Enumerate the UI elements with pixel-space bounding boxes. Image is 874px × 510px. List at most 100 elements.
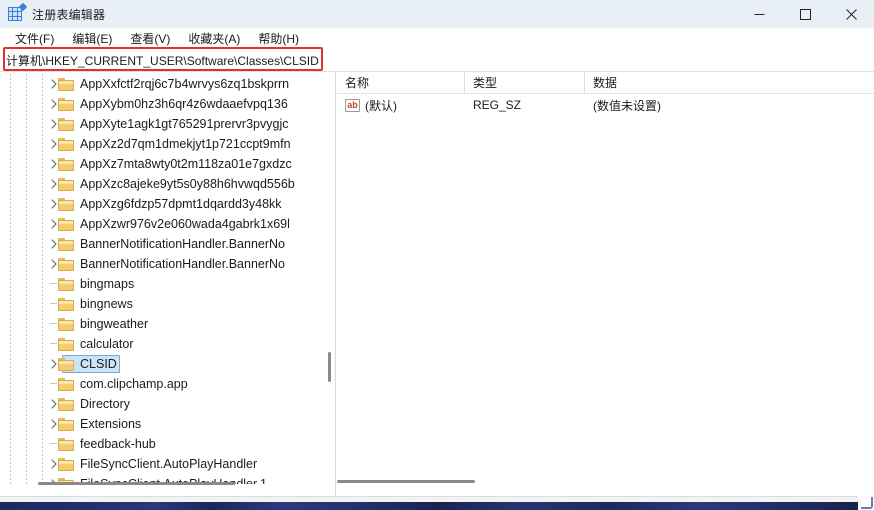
folder-icon bbox=[58, 417, 74, 431]
folder-icon bbox=[58, 217, 74, 231]
tree-item-label: AppXzg6fdzp57dpmt1dqardd3y48kk bbox=[80, 197, 282, 211]
tree-leaf-connector bbox=[50, 283, 57, 284]
registry-values-panel[interactable]: 名称 类型 数据 ab (默认) REG_SZ (数值未设置) bbox=[337, 72, 874, 496]
tree-item-label: bingmaps bbox=[80, 277, 135, 291]
tree-item[interactable]: Extensions bbox=[0, 414, 322, 434]
menu-item-file[interactable]: 文件(F) bbox=[6, 29, 63, 49]
tree-item[interactable]: CLSID bbox=[0, 354, 322, 374]
registry-tree-list: AppXxfctf2rqj6c7b4wrvys6zq1bskprrn AppXyb… bbox=[0, 72, 322, 484]
folder-icon bbox=[58, 277, 74, 291]
tree-item-label: AppXzwr976v2e060wada4gabrk1x69l bbox=[80, 217, 290, 231]
value-name-label: (默认) bbox=[365, 98, 397, 113]
tree-item[interactable]: com.clipchamp.app bbox=[0, 374, 322, 394]
tree-item[interactable]: AppXz2d7qm1dmekjyt1p721ccpt9mfn bbox=[0, 134, 322, 154]
tree-vertical-scrollbar[interactable] bbox=[328, 72, 331, 484]
folder-icon bbox=[58, 457, 74, 471]
tree-item-label: Extensions bbox=[80, 417, 142, 431]
menu-item-edit[interactable]: 编辑(E) bbox=[63, 29, 121, 49]
tree-vertical-scrollbar-thumb[interactable] bbox=[328, 352, 331, 382]
value-type-cell: REG_SZ bbox=[473, 98, 522, 112]
address-path[interactable]: 计算机\HKEY_CURRENT_USER\Software\Classes\C… bbox=[0, 52, 319, 69]
values-horizontal-scrollbar[interactable] bbox=[337, 480, 874, 484]
tree-item[interactable]: AppXzg6fdzp57dpmt1dqardd3y48kk bbox=[0, 194, 322, 214]
menu-item-help[interactable]: 帮助(H) bbox=[249, 29, 308, 49]
content-area: AppXxfctf2rqj6c7b4wrvys6zq1bskprrn AppXyb… bbox=[0, 72, 874, 496]
tree-item[interactable]: AppXz7mta8wty0t2m118za01e7gxdzc bbox=[0, 154, 322, 174]
folder-icon bbox=[58, 77, 74, 91]
value-data-cell: (数值未设置) bbox=[593, 98, 661, 113]
folder-icon bbox=[58, 377, 74, 391]
tree-item[interactable]: AppXzc8ajeke9yt5s0y88h6hvwqd556b bbox=[0, 174, 322, 194]
tree-leaf-connector bbox=[50, 303, 57, 304]
tree-item-label: feedback-hub bbox=[80, 437, 156, 451]
menu-item-favorites[interactable]: 收藏夹(A) bbox=[179, 29, 249, 49]
minimize-icon[interactable] bbox=[736, 0, 782, 28]
registry-editor-window: 注册表编辑器 文件(F) 编辑(E) 查看(V) 收藏夹(A) 帮助(H) 计算… bbox=[0, 0, 874, 510]
tree-guide-lines bbox=[0, 434, 58, 454]
tree-item[interactable]: Directory bbox=[0, 394, 322, 414]
folder-icon bbox=[58, 137, 74, 151]
tree-item[interactable]: bingweather bbox=[0, 314, 322, 334]
folder-icon bbox=[58, 117, 74, 131]
string-value-icon: ab bbox=[345, 98, 360, 112]
folder-icon bbox=[58, 397, 74, 411]
tree-horizontal-scrollbar[interactable] bbox=[0, 482, 322, 486]
tree-horizontal-scrollbar-thumb[interactable] bbox=[38, 482, 235, 485]
menubar: 文件(F) 编辑(E) 查看(V) 收藏夹(A) 帮助(H) bbox=[0, 28, 874, 50]
tree-item[interactable]: calculator bbox=[0, 334, 322, 354]
column-header-type[interactable]: 类型 bbox=[465, 72, 585, 93]
tree-item-label: calculator bbox=[80, 337, 134, 351]
tree-item[interactable]: feedback-hub bbox=[0, 434, 322, 454]
folder-icon bbox=[58, 197, 74, 211]
tree-item[interactable]: AppXzwr976v2e060wada4gabrk1x69l bbox=[0, 214, 322, 234]
window-title: 注册表编辑器 bbox=[32, 7, 106, 22]
tree-item-label: bingnews bbox=[80, 297, 133, 311]
folder-icon bbox=[58, 437, 74, 451]
tree-item-label: FileSyncClient.AutoPlayHandler bbox=[80, 457, 258, 471]
tree-item[interactable]: BannerNotificationHandler.BannerNo bbox=[0, 254, 322, 274]
column-header-data[interactable]: 数据 bbox=[585, 72, 874, 93]
close-icon[interactable] bbox=[828, 0, 874, 28]
folder-icon bbox=[58, 97, 74, 111]
tree-item[interactable]: FileSyncClient.AutoPlayHandler bbox=[0, 454, 322, 474]
value-name-cell: ab (默认) bbox=[337, 97, 465, 114]
desktop-background-strip bbox=[0, 502, 874, 510]
tree-item-label: Directory bbox=[80, 397, 131, 411]
tree-item-label: CLSID bbox=[80, 357, 117, 371]
registry-tree-panel[interactable]: AppXxfctf2rqj6c7b4wrvys6zq1bskprrn AppXyb… bbox=[0, 72, 336, 496]
tree-item-label: bingweather bbox=[80, 317, 149, 331]
folder-icon bbox=[58, 297, 74, 311]
tree-item[interactable]: AppXyte1agk1gt765291prervr3pvygjc bbox=[0, 114, 322, 134]
folder-icon bbox=[58, 177, 74, 191]
registry-grid-icon bbox=[8, 2, 28, 22]
folder-icon bbox=[58, 357, 74, 371]
window-resize-grip[interactable] bbox=[858, 494, 874, 510]
tree-item[interactable]: bingmaps bbox=[0, 274, 322, 294]
tree-leaf-connector bbox=[50, 383, 57, 384]
value-row[interactable]: ab (默认) REG_SZ (数值未设置) bbox=[337, 94, 874, 116]
values-list: ab (默认) REG_SZ (数值未设置) bbox=[337, 94, 874, 116]
tree-guide-lines bbox=[0, 374, 58, 394]
values-column-headers: 名称 类型 数据 bbox=[337, 72, 874, 94]
tree-item-label: BannerNotificationHandler.BannerNo bbox=[80, 257, 285, 271]
tree-item[interactable]: AppXybm0hz3h6qr4z6wdaaefvpq136 bbox=[0, 94, 322, 114]
values-horizontal-scrollbar-thumb[interactable] bbox=[337, 480, 475, 483]
tree-guide-lines bbox=[0, 334, 58, 354]
tree-item-label: AppXz7mta8wty0t2m118za01e7gxdzc bbox=[80, 157, 292, 171]
tree-leaf-connector bbox=[50, 443, 57, 444]
tree-item-label: BannerNotificationHandler.BannerNo bbox=[80, 237, 285, 251]
window-controls bbox=[736, 0, 874, 28]
tree-item[interactable]: BannerNotificationHandler.BannerNo bbox=[0, 234, 322, 254]
maximize-icon[interactable] bbox=[782, 0, 828, 28]
registry-tree-clip: AppXxfctf2rqj6c7b4wrvys6zq1bskprrn AppXyb… bbox=[0, 72, 322, 484]
tree-item-label: com.clipchamp.app bbox=[80, 377, 188, 391]
menu-item-view[interactable]: 查看(V) bbox=[121, 29, 179, 49]
tree-guide-lines bbox=[0, 294, 58, 314]
tree-item[interactable]: AppXxfctf2rqj6c7b4wrvys6zq1bskprrn bbox=[0, 74, 322, 94]
tree-item-label: AppXzc8ajeke9yt5s0y88h6hvwqd556b bbox=[80, 177, 295, 191]
folder-icon bbox=[58, 257, 74, 271]
column-header-name[interactable]: 名称 bbox=[337, 72, 465, 93]
tree-item[interactable]: bingnews bbox=[0, 294, 322, 314]
address-bar[interactable]: 计算机\HKEY_CURRENT_USER\Software\Classes\C… bbox=[0, 50, 874, 72]
tree-item-label: AppXxfctf2rqj6c7b4wrvys6zq1bskprrn bbox=[80, 77, 290, 91]
